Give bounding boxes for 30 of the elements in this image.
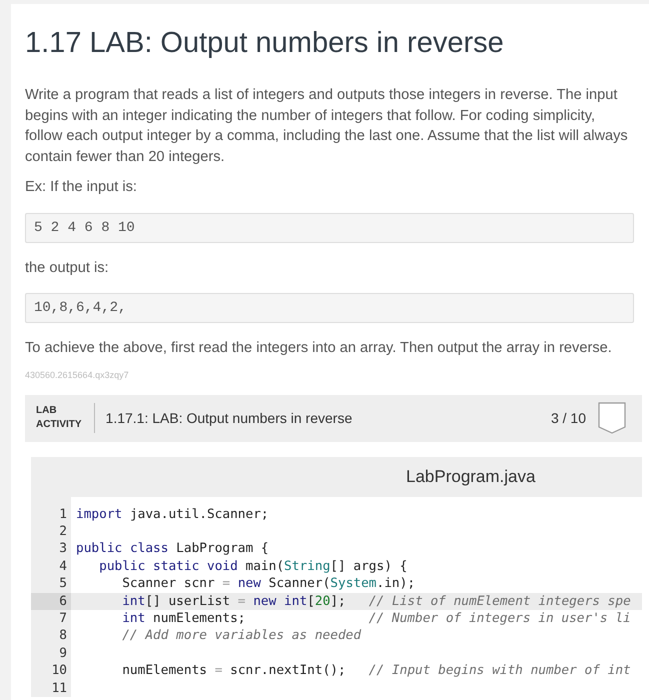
lab-title: 1.17.1: LAB: Output numbers in reverse (106, 410, 354, 426)
page-title: 1.17 LAB: Output numbers in reverse (25, 26, 505, 60)
instruction-text: To achieve the above, first read the integers into an array. Then output the array in reverse. (25, 339, 613, 358)
line-number: 4 (58, 558, 68, 576)
code-sample: 5 2 4 6 8 10 (25, 212, 634, 242)
line-number: 10 (50, 662, 68, 680)
line-number: 6 (31, 592, 71, 610)
code-line: import java.util.Scanner; (75, 506, 270, 523)
lab-activity-label: LAB ACTIVITY (36, 404, 82, 432)
code-line: public static void main(String[] args) { (98, 558, 408, 576)
code-line: Scanner scnr = new Scanner(System.in); (121, 575, 416, 593)
instruction-text: Ex: If the input is: (25, 178, 138, 197)
instruction-text: the output is: (25, 258, 110, 278)
line-number: 8 (58, 627, 68, 645)
instruction-text: Write a program that reads a list of integers and outputs those integers in reverse. The input begins with an integer indicating the number of integers that follow. For coding simplicity, follow each output integer by a comma, including the last one. Assume that the list will always contain fewer than 20 integers. (25, 86, 629, 166)
line-number: 1 (58, 506, 68, 523)
code-line: // Add more variables as needed (121, 627, 362, 645)
code-line: public class LabProgram { (75, 540, 270, 558)
line-number: 7 (58, 610, 68, 628)
line-number: 3 (58, 540, 68, 558)
line-number: 11 (50, 680, 68, 697)
line-number: 9 (58, 644, 68, 662)
content-id-text: 430560.2615664.qx3zqy7 (25, 368, 130, 380)
code-sample: 10,8,6,4,2, (25, 293, 634, 323)
line-number: 2 (58, 522, 68, 540)
line-number: 5 (58, 575, 68, 593)
code-line: int numElements; // Number of integers in user's li (121, 610, 632, 628)
code-line: numElements = scnr.nextInt(); // Input begins with number of int (121, 662, 632, 680)
file-name[interactable]: LabProgram.java (406, 466, 536, 486)
score-text: 3 / 10 (550, 410, 586, 426)
